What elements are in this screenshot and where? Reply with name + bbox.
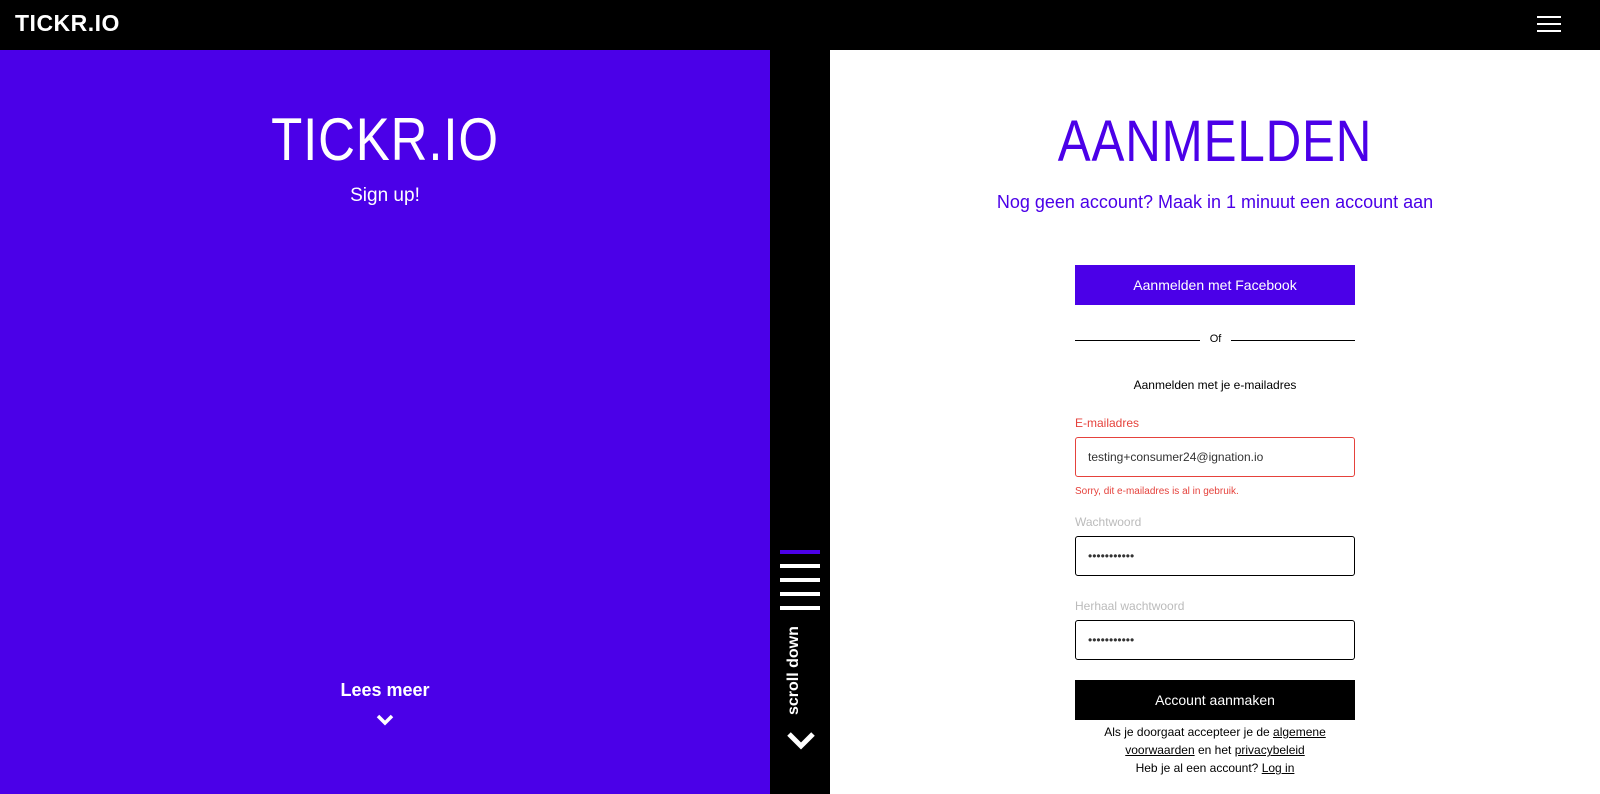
lines-icon [780, 550, 820, 612]
read-more-link[interactable]: Lees meer [0, 680, 770, 701]
password-label: Wachtwoord [1075, 515, 1142, 529]
email-label: E-mailadres [1075, 416, 1140, 430]
facebook-signup-button[interactable]: Aanmelden met Facebook [1075, 265, 1355, 305]
hero-subtitle: Sign up! [350, 185, 420, 206]
repeat-password-label: Herhaal wachtwoord [1075, 599, 1185, 613]
brand-logo[interactable]: TICKR.IO [15, 10, 120, 37]
hero-title: TICKR.IO [271, 106, 499, 173]
password-field[interactable] [1075, 536, 1355, 576]
terms-prefix: Als je doorgaat accepteer je de [1104, 725, 1270, 739]
scroll-down-label[interactable]: scroll down [785, 626, 803, 715]
email-field[interactable] [1075, 437, 1355, 477]
scroll-strip: scroll down [770, 50, 830, 794]
page-title: AANMELDEN [1057, 109, 1373, 174]
email-error-message: Sorry, dit e-mailadres is al in gebruik. [1075, 486, 1239, 497]
scroll-down-chevron-icon[interactable] [786, 731, 816, 751]
or-divider: Of [1075, 333, 1355, 347]
email-signup-heading: Aanmelden met je e-mailadres [1133, 378, 1297, 392]
login-prefix: Heb je al een account? [1135, 761, 1259, 775]
form-subtitle: Nog geen account? Maak in 1 minuut een a… [996, 192, 1434, 212]
terms-middle: en het [1197, 743, 1232, 757]
signup-form-panel: AANMELDEN Nog geen account? Maak in 1 mi… [830, 50, 1600, 794]
hamburger-menu-icon[interactable] [1537, 14, 1561, 34]
privacy-link[interactable]: privacybeleid [1235, 743, 1305, 757]
hero-panel: TICKR.IO Sign up! Lees meer [0, 50, 770, 794]
login-link[interactable]: Log in [1262, 761, 1295, 775]
terms-text: Als je doorgaat accepteer je de algemene… [1075, 723, 1355, 777]
repeat-password-field[interactable] [1075, 620, 1355, 660]
create-account-button[interactable]: Account aanmaken [1075, 680, 1355, 720]
chevron-down-icon[interactable] [376, 714, 394, 726]
top-bar: TICKR.IO [0, 0, 1600, 50]
or-label: Of [1209, 333, 1222, 345]
